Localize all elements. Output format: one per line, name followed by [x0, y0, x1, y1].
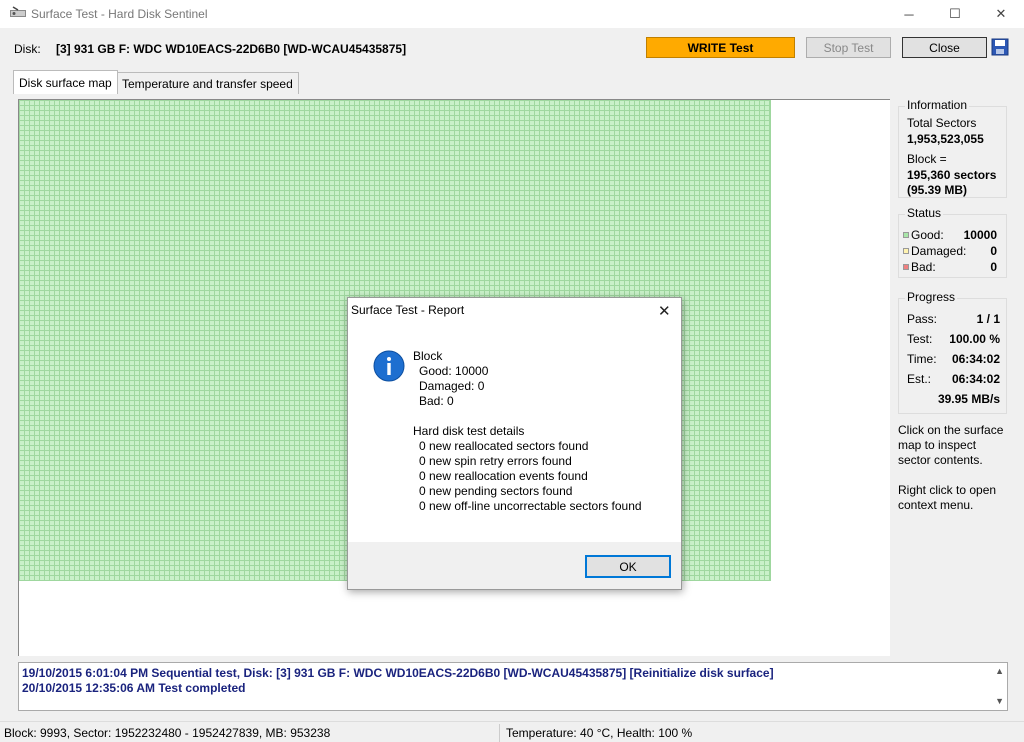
- log-entry: 20/10/2015 12:35:06 AM Test completed: [22, 681, 246, 695]
- window-title: Surface Test - Hard Disk Sentinel: [31, 7, 208, 21]
- block-label: Block =: [907, 152, 947, 166]
- information-title: Information: [905, 98, 970, 112]
- detail-line: 0 new off-line uncorrectable sectors fou…: [419, 499, 642, 513]
- save-icon[interactable]: [991, 38, 1009, 56]
- block-damaged: Damaged: 0: [419, 379, 485, 393]
- bad-swatch: [903, 264, 909, 270]
- test-log[interactable]: 19/10/2015 6:01:04 PM Sequential test, D…: [18, 662, 1008, 711]
- bad-label: Bad:: [911, 260, 936, 274]
- total-sectors-value: 1,953,523,055: [907, 132, 984, 146]
- disk-label: Disk:: [14, 42, 41, 56]
- log-scrollbar[interactable]: ▲ ▼: [990, 663, 1007, 710]
- transfer-speed: 39.95 MB/s: [937, 392, 1000, 406]
- information-panel: Information Total Sectors 1,953,523,055 …: [898, 98, 1007, 198]
- status-title: Status: [905, 206, 944, 220]
- dialog-footer: OK: [348, 542, 681, 589]
- bad-legend: Bad:: [903, 260, 936, 274]
- help-context-line: Right click to open: [898, 483, 997, 497]
- app-icon: [10, 6, 26, 17]
- pass-value: 1 / 1: [976, 312, 1000, 326]
- maximize-button[interactable]: ☐: [932, 0, 978, 28]
- help-inspect-line: sector contents.: [898, 453, 983, 467]
- block-good: Good: 10000: [419, 364, 489, 378]
- test-value: 100.00 %: [949, 332, 1000, 346]
- window-close-button[interactable]: ✕: [978, 0, 1024, 28]
- detail-line: 0 new spin retry errors found: [419, 454, 572, 468]
- close-button[interactable]: Close: [902, 37, 987, 58]
- est-value: 06:34:02: [951, 372, 1000, 386]
- block-bad: Bad: 0: [419, 394, 454, 408]
- ok-button[interactable]: OK: [585, 555, 671, 578]
- progress-title: Progress: [905, 290, 958, 304]
- progress-panel: Progress Pass: 1 / 1 Test: 100.00 % Time…: [898, 290, 1007, 414]
- scroll-down-icon[interactable]: ▼: [995, 696, 1004, 706]
- status-separator: [499, 724, 500, 742]
- info-icon: [373, 350, 405, 382]
- detail-line: 0 new reallocated sectors found: [419, 439, 589, 453]
- dialog-title: Surface Test - Report: [351, 303, 465, 317]
- temperature-health: Temperature: 40 °C, Health: 100 %: [506, 726, 693, 740]
- detail-line: 0 new reallocation events found: [419, 469, 588, 483]
- help-context-line: context menu.: [898, 498, 974, 512]
- detail-line: 0 new pending sectors found: [419, 484, 573, 498]
- pass-label: Pass:: [907, 312, 938, 326]
- details-heading: Hard disk test details: [413, 424, 525, 438]
- help-inspect-line: Click on the surface: [898, 423, 1004, 437]
- minimize-button[interactable]: ─: [886, 0, 932, 28]
- scroll-up-icon[interactable]: ▲: [995, 666, 1004, 676]
- total-sectors-label: Total Sectors: [907, 116, 977, 130]
- help-inspect: Click on the surface map to inspect sect…: [898, 423, 1016, 468]
- good-label: Good:: [911, 228, 944, 242]
- write-test-button[interactable]: WRITE Test: [646, 37, 795, 58]
- block-info: Block: 9993, Sector: 1952232480 - 195242…: [4, 726, 331, 740]
- good-count: 10000: [963, 228, 997, 242]
- status-panel: Status Good: 10000 Damaged: 0 Bad: 0: [898, 206, 1007, 278]
- stop-test-button[interactable]: Stop Test: [806, 37, 891, 58]
- report-dialog: Surface Test - Report ✕ Block Good: 1000…: [347, 297, 682, 590]
- good-legend: Good:: [903, 228, 944, 242]
- status-bar: Block: 9993, Sector: 1952232480 - 195242…: [0, 721, 1024, 742]
- help-context: Right click to open context menu.: [898, 483, 1016, 513]
- disk-name: [3] 931 GB F: WDC WD10EACS-22D6B0 [WD-WC…: [56, 42, 407, 56]
- damaged-legend: Damaged:: [903, 244, 966, 258]
- log-entry: 19/10/2015 6:01:04 PM Sequential test, D…: [22, 666, 774, 680]
- good-swatch: [903, 232, 909, 238]
- help-inspect-line: map to inspect: [898, 438, 977, 452]
- time-value: 06:34:02: [951, 352, 1000, 366]
- time-label: Time:: [907, 352, 937, 366]
- tab-temperature-transfer-speed[interactable]: Temperature and transfer speed: [116, 72, 299, 94]
- damaged-label: Damaged:: [911, 244, 967, 258]
- damaged-count: 0: [990, 244, 997, 258]
- block-size-value: (95.39 MB): [907, 183, 968, 197]
- tab-disk-surface-map[interactable]: Disk surface map: [13, 70, 118, 94]
- est-label: Est.:: [907, 372, 932, 386]
- block-heading: Block: [413, 349, 443, 363]
- bad-count: 0: [990, 260, 997, 274]
- dialog-close-icon[interactable]: ✕: [658, 302, 671, 320]
- test-label: Test:: [907, 332, 933, 346]
- damaged-swatch: [903, 248, 909, 254]
- block-sectors-value: 195,360 sectors: [907, 168, 997, 182]
- title-bar: Surface Test - Hard Disk Sentinel ─ ☐ ✕: [0, 0, 1024, 28]
